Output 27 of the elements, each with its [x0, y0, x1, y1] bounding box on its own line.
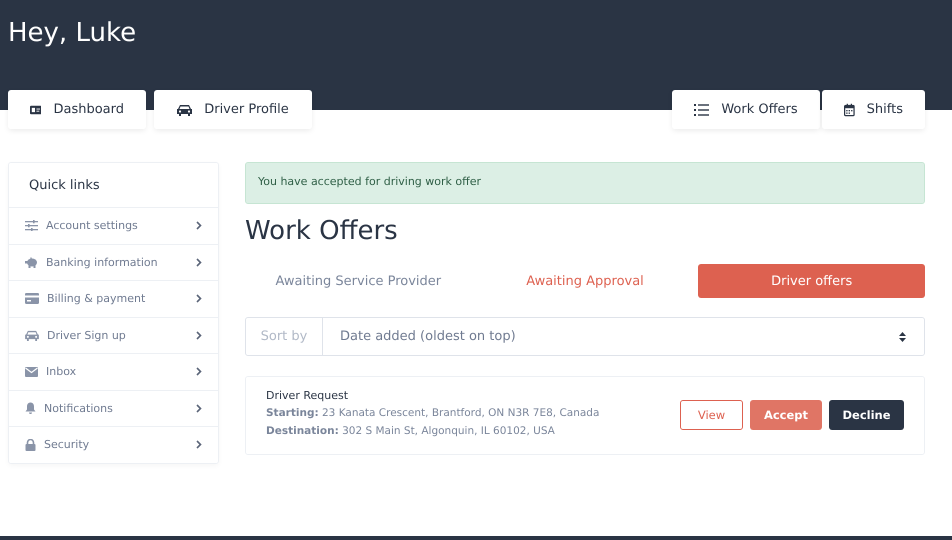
- page-heading: Work Offers: [245, 216, 398, 246]
- success-alert: You have accepted for driving work offer: [245, 162, 925, 204]
- nav-tab[interactable]: Dashboard: [8, 90, 146, 129]
- sidebar-item[interactable]: Account settings: [9, 208, 218, 244]
- sort-select[interactable]: Sort by Date added (oldest on top): [245, 317, 925, 356]
- sidebar-item[interactable]: Billing & payment: [9, 281, 218, 318]
- destination-address: Destination: 302 S Main St, Algonquin, IL 60102, USA: [266, 424, 556, 439]
- sidebar-title: Quick links: [9, 163, 218, 208]
- sidebar-item[interactable]: Notifications: [9, 390, 218, 427]
- nav-tab[interactable]: Driver Profile: [154, 90, 312, 129]
- sort-label: Sort by: [246, 318, 323, 355]
- sidebar-item[interactable]: Driver Sign up: [9, 318, 218, 354]
- sidebar-item[interactable]: Security: [9, 427, 218, 462]
- greeting-title: Hey, Luke: [8, 18, 136, 48]
- offer-title: Driver Request: [266, 389, 350, 402]
- nav-tab[interactable]: Work Offers: [672, 90, 820, 129]
- filter-tab[interactable]: Awaiting Approval: [472, 264, 698, 298]
- decline-button[interactable]: Decline: [829, 400, 904, 430]
- accept-button[interactable]: Accept: [750, 400, 822, 430]
- filter-tab[interactable]: Driver offers: [698, 264, 926, 298]
- sidebar-item[interactable]: Inbox: [9, 354, 218, 390]
- starting-address: Starting: 23 Kanata Crescent, Brantford, ON N3R 7E8, Canada: [266, 406, 600, 421]
- nav-tab[interactable]: Shifts: [822, 90, 925, 129]
- sidebar-item[interactable]: Banking information: [9, 244, 218, 281]
- sort-value: Date added (oldest on top): [339, 329, 517, 344]
- view-button[interactable]: View: [680, 400, 743, 430]
- filter-tab[interactable]: Awaiting Service Provider: [245, 264, 472, 298]
